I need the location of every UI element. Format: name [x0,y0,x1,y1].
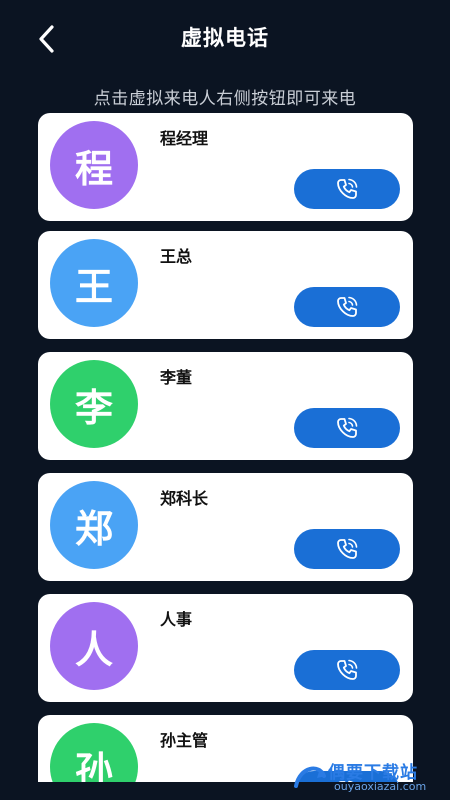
phone-ringing-icon [337,659,358,680]
avatar: 程 [50,121,138,209]
contact-name: 孙主管 [160,731,209,750]
contact-card: 李 李董 [38,352,413,460]
contact-name: 李董 [160,368,193,387]
phone-ringing-icon [337,417,358,438]
contact-name: 程经理 [160,129,209,148]
instruction-text: 点击虚拟来电人右侧按钮即可来电 [93,89,357,109]
contact-card: 人 人事 [38,594,413,702]
header: 虚拟电话 [0,0,450,78]
logo-icon [294,766,326,788]
watermark: 偶要下载站 ouyaoxiazai.com [290,758,440,796]
phone-ringing-icon [337,296,358,317]
contact-name: 郑科长 [160,489,209,508]
avatar: 孙 [50,723,138,782]
phone-ringing-icon [337,178,358,199]
call-button[interactable] [294,650,400,690]
call-button[interactable] [294,529,400,569]
page-title: 虚拟电话 [181,26,269,50]
contact-name: 王总 [160,247,193,266]
phone-ringing-icon [337,538,358,559]
call-button[interactable] [294,287,400,327]
contact-card: 程 程经理 [38,113,413,221]
avatar: 王 [50,239,138,327]
avatar: 李 [50,360,138,448]
call-button[interactable] [294,408,400,448]
contact-name: 人事 [160,610,193,629]
contact-list: 程 程经理 王 王总 李 李董 郑 郑科长 人 人事 孙 孙主管 [0,0,450,782]
contact-card: 王 王总 [38,231,413,339]
avatar: 人 [50,602,138,690]
contact-card: 郑 郑科长 [38,473,413,581]
watermark-url: ouyaoxiazai.com [334,780,427,793]
call-button[interactable] [294,169,400,209]
avatar: 郑 [50,481,138,569]
